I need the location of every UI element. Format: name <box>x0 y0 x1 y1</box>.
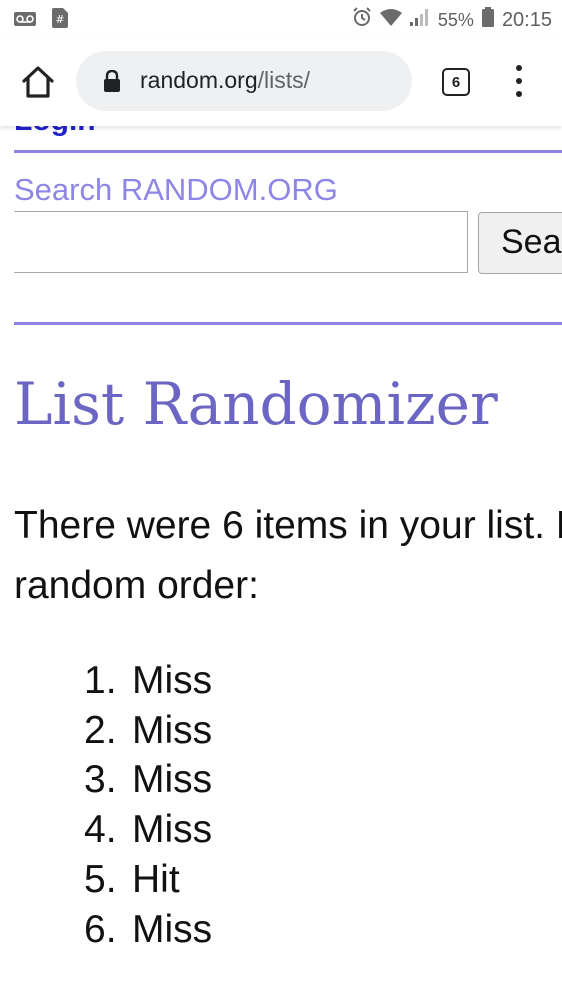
tab-switcher-button[interactable]: 6 <box>442 68 470 96</box>
item-label: Miss <box>132 907 213 951</box>
sim-icon: # <box>52 8 68 34</box>
list-item: 4. Miss <box>84 805 212 855</box>
dot-icon <box>516 65 522 71</box>
alarm-icon <box>352 7 372 33</box>
voicemail-icon <box>14 10 36 32</box>
item-label: Hit <box>132 857 180 901</box>
list-item: 1. Miss <box>84 656 212 706</box>
address-bar[interactable]: random.org/lists/ <box>76 51 412 111</box>
svg-text:#: # <box>55 13 64 26</box>
url-host: random.org <box>140 67 258 93</box>
status-bar: # 55% 20:15 <box>0 0 562 38</box>
signal-icon <box>409 8 430 32</box>
search-input[interactable] <box>14 211 468 273</box>
item-label: Miss <box>132 659 213 702</box>
dot-icon <box>516 91 522 97</box>
divider <box>14 150 562 153</box>
item-number: 3. <box>84 758 117 802</box>
list-item: 5. Hit <box>84 855 212 905</box>
item-label: Miss <box>132 808 213 852</box>
item-number: 5. <box>84 857 117 901</box>
intro-line-1: There were 6 items in your list. Here th… <box>14 504 562 547</box>
url-text: random.org/lists/ <box>140 67 310 94</box>
clock: 20:15 <box>501 8 552 31</box>
list-item: 2. Miss <box>84 706 212 756</box>
lock-icon <box>104 70 120 92</box>
page-content: Login Search RANDOM.ORG Search List Rand… <box>0 126 562 1000</box>
browser-toolbar: random.org/lists/ 6 <box>0 38 562 126</box>
intro-text: There were 6 items in your list. Here th… <box>14 496 562 616</box>
list-item: 3. Miss <box>84 755 212 805</box>
item-label: Miss <box>132 708 213 752</box>
item-number: 4. <box>84 808 117 852</box>
list-item: 6. Miss <box>84 905 212 955</box>
dot-icon <box>516 78 522 84</box>
result-list: 1. Miss 2. Miss 3. Miss 4. Miss 5. Hit 6. Miss <box>84 656 212 954</box>
page-title: List Randomizer <box>14 370 498 438</box>
item-label: Miss <box>132 758 213 802</box>
item-number: 6. <box>84 907 117 951</box>
item-number: 2. <box>84 708 117 752</box>
intro-line-2: random order: <box>14 564 259 607</box>
wifi-icon <box>379 8 402 32</box>
home-button[interactable] <box>18 62 58 102</box>
battery-percent: 55% <box>437 9 474 30</box>
url-path: /lists/ <box>257 67 311 93</box>
overflow-menu-button[interactable] <box>508 65 530 99</box>
divider <box>14 322 562 325</box>
battery-icon <box>481 7 494 33</box>
item-number: 1. <box>84 659 117 702</box>
search-label: Search RANDOM.ORG <box>14 172 338 207</box>
login-link[interactable]: Login <box>14 126 96 138</box>
home-icon <box>22 66 54 98</box>
search-button[interactable]: Search <box>478 212 562 274</box>
